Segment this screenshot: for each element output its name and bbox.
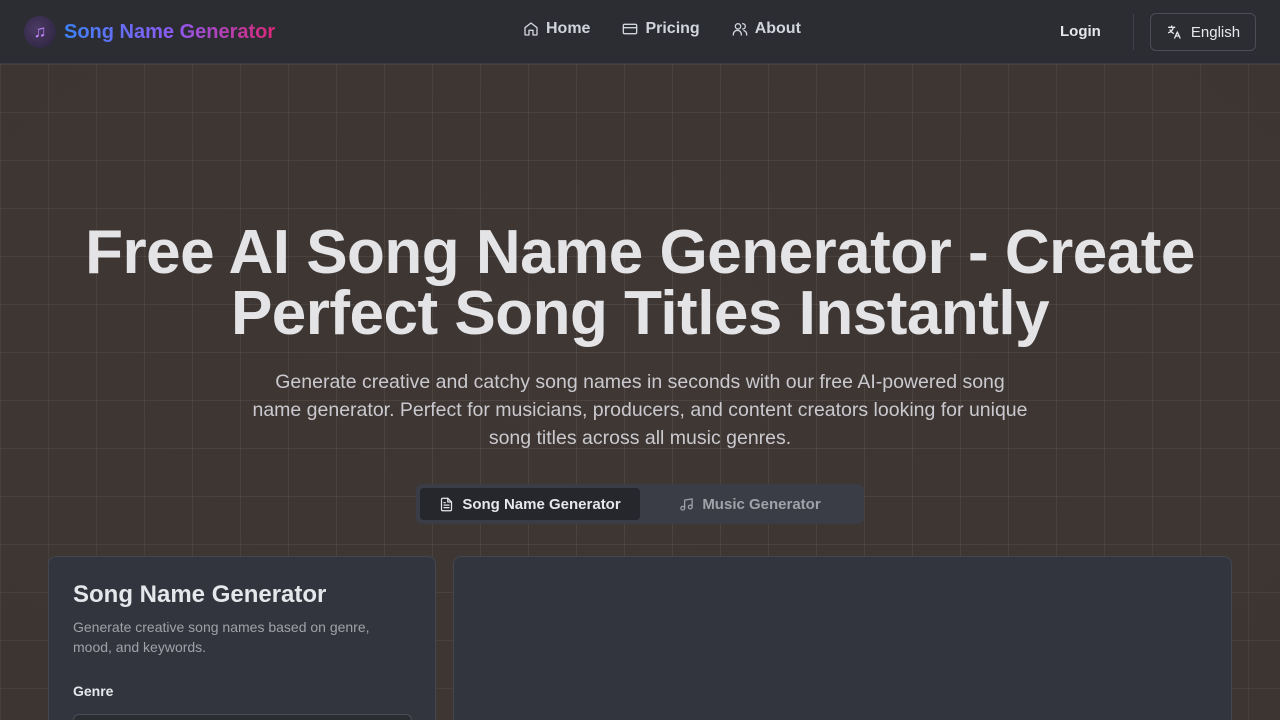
genre-label: Genre	[73, 683, 114, 699]
nav-home-label: Home	[546, 20, 591, 37]
hero-subtitle: Generate creative and catchy song names …	[252, 371, 1028, 449]
hero-title-line2: Perfect Song Titles Instantly	[230, 279, 1050, 348]
hero-title: Free AI Song Name Generator - Create Per…	[40, 222, 1240, 345]
header-divider	[1133, 14, 1134, 50]
nav-home[interactable]: Home	[523, 20, 590, 38]
nav-about[interactable]: About	[732, 20, 801, 38]
tab-music-generator[interactable]: Music Generator	[640, 488, 860, 520]
nav-pricing[interactable]: Pricing	[622, 20, 700, 38]
translate-icon	[1167, 25, 1181, 39]
users-icon	[732, 23, 748, 36]
home-icon	[524, 22, 538, 36]
form-card-description: Generate creative song names based on ge…	[73, 619, 370, 655]
main-nav: Home Pricing About	[523, 20, 801, 38]
app-name: Song Name Generator	[64, 20, 276, 43]
top-navbar: ♫ Song Name Generator Home Pricing About…	[0, 0, 1280, 64]
tab-music-generator-label: Music Generator	[702, 495, 821, 513]
results-panel	[453, 556, 1232, 720]
generator-tabs: Song Name Generator Music Generator	[416, 484, 864, 524]
language-label: English	[1190, 23, 1241, 41]
form-card-title: Song Name Generator	[73, 581, 327, 608]
genre-select[interactable]	[73, 714, 412, 720]
card-icon	[623, 23, 638, 35]
hero-title-line1: Free AI Song Name Generator - Create	[85, 218, 1195, 287]
music-note-icon	[680, 497, 694, 511]
brand-logo[interactable]: ♫ Song Name Generator	[24, 16, 275, 48]
file-text-icon	[441, 497, 453, 511]
music-note-logo-icon: ♫	[24, 16, 56, 48]
nav-about-label: About	[754, 20, 801, 37]
language-selector[interactable]: English	[1150, 13, 1256, 51]
nav-pricing-label: Pricing	[645, 20, 700, 37]
login-button[interactable]: Login	[1060, 23, 1101, 40]
tab-song-name-generator-label: Song Name Generator	[462, 495, 621, 513]
tab-song-name-generator[interactable]: Song Name Generator	[420, 488, 640, 520]
song-name-form-card: Song Name Generator Generate creative so…	[48, 556, 436, 720]
